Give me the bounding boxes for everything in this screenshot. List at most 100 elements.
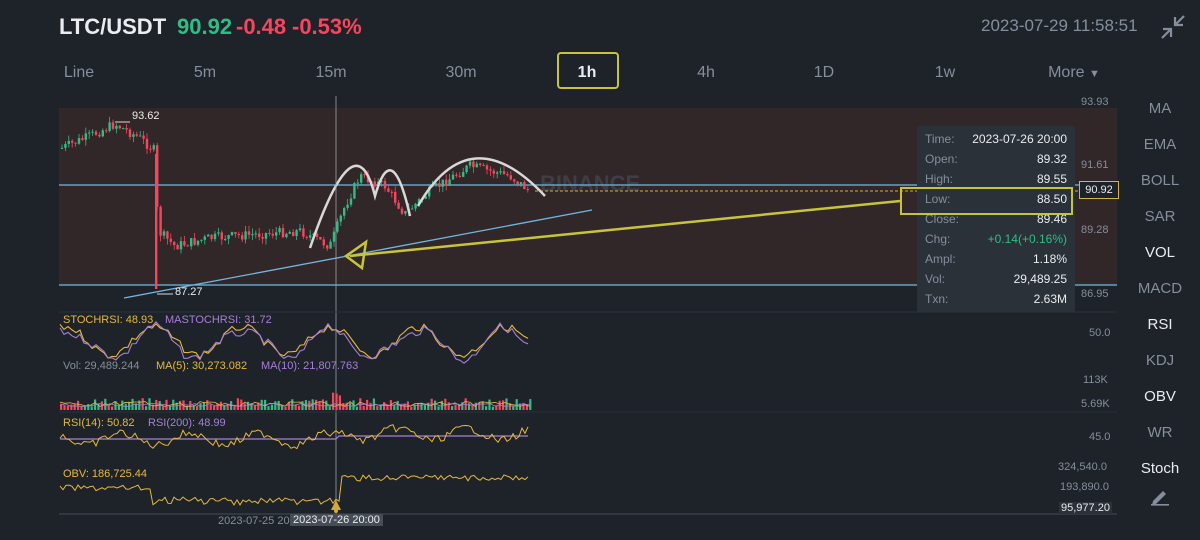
tab-30m[interactable]: 30m [445,64,476,82]
collapse-arrows-icon[interactable] [1160,14,1186,40]
indicator-wr[interactable]: WR [1120,424,1200,441]
candle-body [465,165,468,173]
candle-body [227,235,230,239]
rsi14-label: RSI(14): 50.82 [63,417,135,429]
candle-body [526,189,529,191]
indicator-macd[interactable]: MACD [1120,280,1200,297]
price-axis-tick: 89.28 [1081,224,1109,236]
candle-body [241,235,244,240]
stochrsi-lines [59,321,529,364]
tooltip-row: Time: 2023-07-26 20:00 [925,132,1067,152]
caret-down-icon: ▼ [1089,68,1100,80]
candle-body [509,175,512,180]
volume-bar [332,392,335,410]
volume-bar [454,404,457,410]
indicator-ma[interactable]: MA [1120,100,1200,117]
indicator-stoch[interactable]: Stoch [1120,460,1200,477]
tab-4h[interactable]: 4h [697,64,715,82]
volume-bar [83,406,86,410]
volume-bar [376,406,379,410]
candle-body [234,232,237,235]
candle-body [213,233,217,240]
candle-body [183,241,186,246]
indicator-vol[interactable]: VOL [1120,244,1200,261]
volume-bar [471,404,474,410]
volume-bar [491,406,494,410]
candle-body [387,188,390,192]
indicator-rsi[interactable]: RSI [1120,316,1200,333]
volume-bar [158,401,161,410]
indicator-sar[interactable]: SAR [1120,208,1200,225]
low-marker: 87.27 [175,286,203,298]
candle-body [67,140,70,144]
candle-body [125,128,128,130]
volume-bar [342,402,345,410]
volume-axis-bottom: 5.69K [1081,398,1110,410]
tooltip-row: Chg: +0.14(+0.16%) [925,232,1067,252]
volume-bar [117,405,120,410]
crosshair-dot [334,509,338,513]
high-marker: 93.62 [132,110,160,122]
candle-body [118,125,121,129]
indicator-menu: MA EMA BOLL SAR VOL MACD RSI KDJ OBV WR … [1120,96,1200,540]
volume-bar [301,401,304,410]
volume-axis-top: 113K [1083,374,1108,386]
candle-body [468,161,472,166]
indicator-ema[interactable]: EMA [1120,136,1200,153]
candle-body [145,138,149,149]
volume-bar [369,402,372,410]
candle-body [356,182,359,184]
volume-bar [512,406,515,410]
candle-body [230,232,234,236]
candle-body [502,171,506,175]
price-change-percent: -0.53% [292,14,362,39]
volume-bar [485,406,488,410]
candle-body [489,169,492,171]
indicator-boll[interactable]: BOLL [1120,172,1200,189]
candle-body [281,228,285,238]
candle-body [475,163,478,168]
candle-body [383,180,387,189]
tab-5m[interactable]: 5m [194,64,216,82]
pencil-icon[interactable] [1150,486,1170,506]
volume-bar [80,406,83,410]
volume-bar [66,405,69,410]
indicator-kdj[interactable]: KDJ [1120,352,1200,369]
candle-body [190,238,193,247]
candle-body [128,129,132,137]
candle-body [71,140,74,143]
volume-bar [393,404,396,410]
candle-body [441,179,444,187]
volume-bar [304,400,307,410]
obv-axis-tick: 324,540.0 [1058,461,1107,473]
volume-bar [481,401,484,410]
candle-body [329,241,332,249]
indicator-obv[interactable]: OBV [1120,388,1200,405]
candle-body [244,231,247,240]
candle-body [285,233,288,238]
tab-15m[interactable]: 15m [315,64,346,82]
candle-body [122,128,125,130]
candle-body [516,181,519,185]
candle-body [105,130,108,132]
tooltip-value: 2023-07-26 20:00 [972,132,1067,146]
tab-1w[interactable]: 1w [935,64,955,82]
candle-body [169,238,172,242]
volume-bar [145,406,148,410]
candle-body [60,147,64,149]
timestamp: 2023-07-29 11:58:51 [981,16,1138,35]
volume-bar [434,400,437,410]
trading-pair[interactable]: LTC/USDT [59,14,166,40]
tab-more[interactable]: More ▼ [1048,64,1100,82]
tab-more-label: More [1048,64,1085,81]
volume-bar [338,395,341,410]
candle-body [319,237,322,240]
candle-body [462,172,465,177]
volume-bar [63,404,66,410]
candle-body [94,131,98,135]
tab-line[interactable]: Line [64,64,94,82]
tab-1d[interactable]: 1D [814,64,834,82]
candle-body [149,148,152,150]
candle-body [207,234,210,237]
candle-body [499,171,502,173]
